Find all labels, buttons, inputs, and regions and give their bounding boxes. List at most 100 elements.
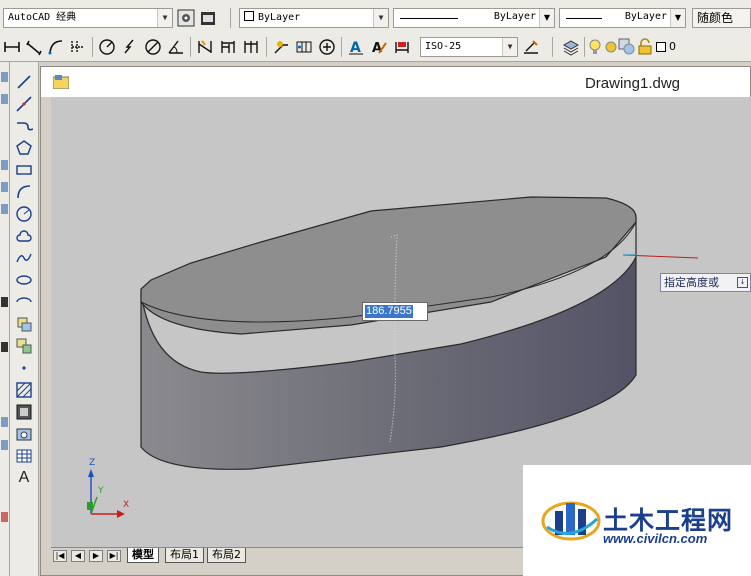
dimension-update-icon [395,42,409,53]
toolbar-separator [341,37,342,57]
baseline-dimension-button[interactable] [218,37,238,57]
quick-dimension-icon [198,40,212,53]
workspace-save-button[interactable] [198,8,218,28]
arc-button[interactable] [14,182,34,202]
prev-tab-button[interactable]: ◀ [71,550,85,562]
ellipse-button[interactable] [14,270,34,290]
linetype-control-dropdown[interactable]: ByLayer ▼ [393,8,555,28]
polyline-icon [17,122,34,131]
insert-block-icon [17,317,32,332]
lineweight-control-label: ByLayer [624,11,667,22]
layer-viewport-freeze-toggle[interactable] [618,37,635,57]
options-down-arrow-icon[interactable]: ↓ [737,277,748,288]
chevron-down-icon: ▼ [539,9,554,27]
rectangle-icon [16,165,32,175]
radius-dimension-button[interactable] [97,37,117,57]
dimension-text-edit-button[interactable]: A [369,37,389,57]
gradient-icon [16,404,32,420]
edge-icon [1,440,8,450]
tab-layout1[interactable]: 布局1 [165,548,204,563]
linetype-control-label: ByLayer [493,11,536,22]
dimension-style-button[interactable] [521,37,541,57]
quick-dimension-button[interactable] [195,37,215,57]
dimension-update-button[interactable] [392,37,412,57]
ucs-z-label: Z [89,458,95,468]
radius-icon [99,39,115,55]
insert-block-button[interactable] [14,314,34,334]
toolbar-separator [92,37,93,57]
point-button[interactable] [14,358,34,378]
ellipse-arc-button[interactable] [14,292,34,312]
toolbar-row-2: A A ISO-25 ▼ 0 [0,34,751,62]
toolbar-separator [266,37,267,57]
table-button[interactable] [14,446,34,466]
edge-icon [1,160,8,170]
ellipse-icon [16,275,32,285]
chevron-down-icon: ▼ [157,9,172,27]
hatch-button[interactable] [14,380,34,400]
rectangle-button[interactable] [14,160,34,180]
continue-icon [244,41,258,53]
arc-length-button[interactable] [46,37,66,57]
edge-icon [1,72,8,82]
plotstyle-control-label: 随颜色 [697,11,734,25]
draw-toolbar: A [10,62,39,576]
lineweight-control-dropdown[interactable]: ByLayer ▼ [559,8,686,28]
continue-dimension-button[interactable] [241,37,261,57]
dimension-style-icon [524,40,538,54]
workspace-dropdown[interactable]: AutoCAD 经典 ▼ [3,8,173,28]
linear-dimension-button[interactable] [2,37,22,57]
last-tab-button[interactable]: ▶| [107,550,121,562]
ordinate-dimension-button[interactable] [68,37,88,57]
dimension-style-dropdown[interactable]: ISO-25 ▼ [420,37,518,57]
plotstyle-control[interactable]: 随颜色 [692,8,751,28]
edge-icon [1,512,8,522]
layer-freeze-toggle[interactable] [602,37,618,57]
drawing-window-titlebar: Drawing1.dwg [41,67,750,97]
tab-model[interactable]: 模型 [127,548,159,563]
polygon-button[interactable] [14,138,34,158]
dimension-edit-button[interactable]: A [346,37,366,57]
baseline-icon [221,41,235,53]
quick-leader-button[interactable] [271,37,291,57]
circle-button[interactable] [14,204,34,224]
region-button[interactable] [14,424,34,444]
first-tab-button[interactable]: |◀ [53,550,67,562]
linetype-preview [400,18,458,19]
layer-lock-toggle[interactable] [636,37,652,57]
line-tool-button[interactable] [14,72,34,92]
aligned-dimension-button[interactable] [24,37,44,57]
gradient-button[interactable] [14,402,34,422]
angular-dimension-button[interactable] [166,37,186,57]
construction-line-button[interactable] [14,94,34,114]
polyline-button[interactable] [14,116,34,136]
edge-icon [1,417,8,427]
workspace-label: AutoCAD 经典 [8,12,77,23]
color-swatch-icon [244,11,254,21]
toolbar-separator [552,37,553,57]
tolerance-icon [296,41,312,53]
next-tab-button[interactable]: ▶ [89,550,103,562]
workspace-settings-button[interactable] [176,8,196,28]
ucs-y-label: Y [97,486,104,496]
layer-color-swatch [656,42,666,52]
multiline-text-button[interactable]: A [14,468,34,488]
drawing-file-name: Drawing1.dwg [584,75,680,92]
tolerance-button[interactable] [294,37,314,57]
edge-icon [1,297,8,307]
ordinate-dimension-icon [71,41,84,53]
layer-manager-button[interactable] [561,37,581,57]
jogged-dimension-button[interactable] [120,37,140,57]
diameter-dimension-button[interactable] [143,37,163,57]
lock-icon [638,38,652,55]
ucs-icon [87,469,125,518]
text-tool-icon: A [18,469,30,486]
layer-on-toggle[interactable] [586,37,602,57]
center-mark-button[interactable] [317,37,337,57]
color-control-dropdown[interactable]: ByLayer ▼ [239,8,389,28]
make-block-button[interactable] [14,336,34,356]
dynamic-input-field[interactable]: 186.7955 [362,302,428,321]
tab-layout2[interactable]: 布局2 [207,548,246,563]
revision-cloud-button[interactable] [14,226,34,246]
spline-button[interactable] [14,248,34,268]
